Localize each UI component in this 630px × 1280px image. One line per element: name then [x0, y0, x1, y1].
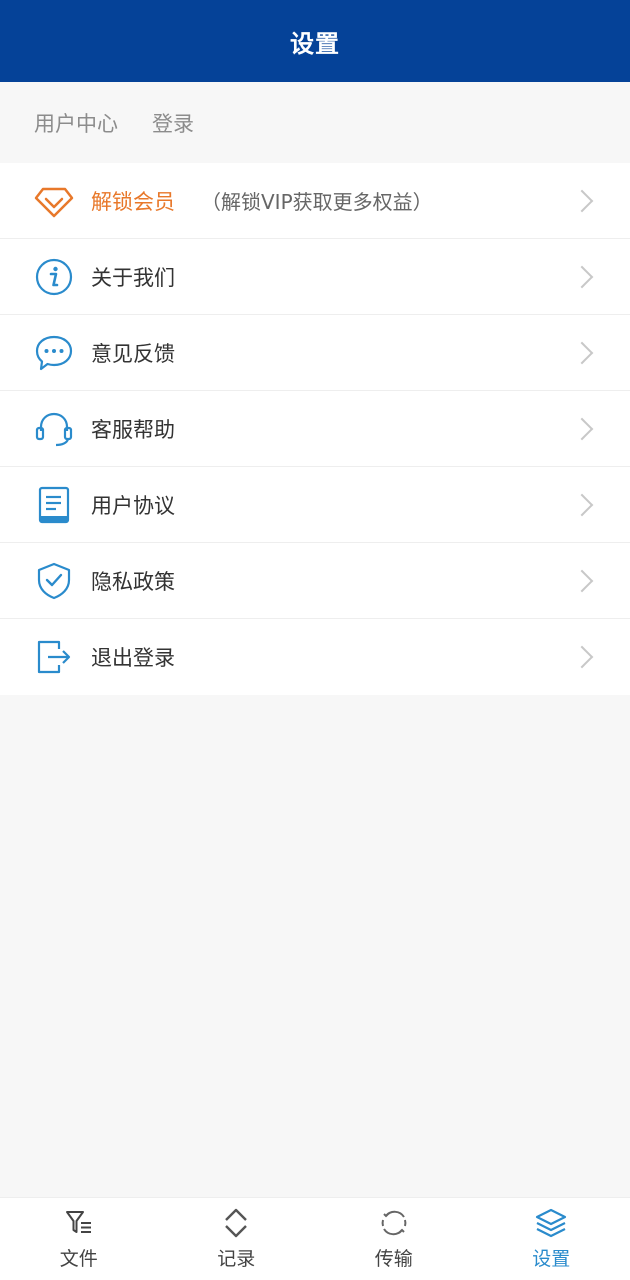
info-icon — [34, 257, 74, 297]
user-center-label: 用户中心 — [34, 112, 118, 136]
filter-icon — [62, 1206, 96, 1240]
menu-item-label: 退出登录 — [91, 646, 175, 670]
menu-item-about-us[interactable]: 关于我们 — [0, 239, 630, 315]
menu-item-subtitle: （解锁VIP获取更多权益） — [201, 190, 433, 214]
sort-arrows-icon — [219, 1206, 253, 1240]
headset-icon — [34, 409, 74, 449]
tab-settings[interactable]: 设置 — [473, 1198, 630, 1280]
menu-item-customer-service[interactable]: 客服帮助 — [0, 391, 630, 467]
sync-icon — [377, 1206, 411, 1240]
chevron-right-icon — [570, 341, 594, 364]
tab-label: 传输 — [374, 1248, 413, 1270]
page-header: 设置 — [0, 0, 630, 82]
login-link[interactable]: 登录 — [152, 108, 194, 138]
tab-label: 文件 — [59, 1248, 98, 1270]
menu-item-unlock-vip[interactable]: 解锁会员 （解锁VIP获取更多权益） — [0, 163, 630, 239]
menu-item-label: 意见反馈 — [91, 341, 175, 366]
tab-files[interactable]: 文件 — [0, 1198, 158, 1280]
shield-check-icon — [34, 561, 74, 601]
logout-icon — [34, 637, 74, 677]
menu-item-privacy-policy[interactable]: 隐私政策 — [0, 543, 630, 619]
layers-icon — [534, 1206, 568, 1240]
menu-item-label: 客服帮助 — [91, 417, 175, 442]
menu-item-label: 隐私政策 — [91, 569, 175, 594]
tab-label: 设置 — [532, 1248, 571, 1270]
menu-item-label: 解锁会员 — [91, 189, 175, 214]
menu-item-logout[interactable]: 退出登录 — [0, 619, 630, 695]
bottom-tab-bar: 文件 记录 传输 设置 — [0, 1197, 630, 1280]
settings-menu: 解锁会员 （解锁VIP获取更多权益） 关于我们 意见反馈 客服帮助 用户协议 隐… — [0, 163, 630, 695]
chat-bubble-icon — [34, 333, 74, 373]
document-icon — [34, 485, 74, 525]
menu-item-feedback[interactable]: 意见反馈 — [0, 315, 630, 391]
page-title: 设置 — [290, 29, 340, 58]
chevron-right-icon — [570, 417, 594, 440]
menu-item-label: 关于我们 — [91, 265, 175, 290]
chevron-right-icon — [570, 493, 594, 516]
menu-item-label: 用户协议 — [91, 493, 175, 518]
chevron-right-icon — [570, 189, 594, 212]
chevron-right-icon — [570, 645, 594, 669]
tab-label: 记录 — [217, 1248, 256, 1270]
user-center-row: 用户中心 登录 — [0, 82, 630, 164]
chevron-right-icon — [570, 569, 594, 592]
menu-item-user-agreement[interactable]: 用户协议 — [0, 467, 630, 543]
tab-transfer[interactable]: 传输 — [315, 1198, 473, 1280]
chevron-right-icon — [570, 265, 594, 288]
tab-records[interactable]: 记录 — [158, 1198, 316, 1280]
diamond-icon — [34, 181, 74, 221]
